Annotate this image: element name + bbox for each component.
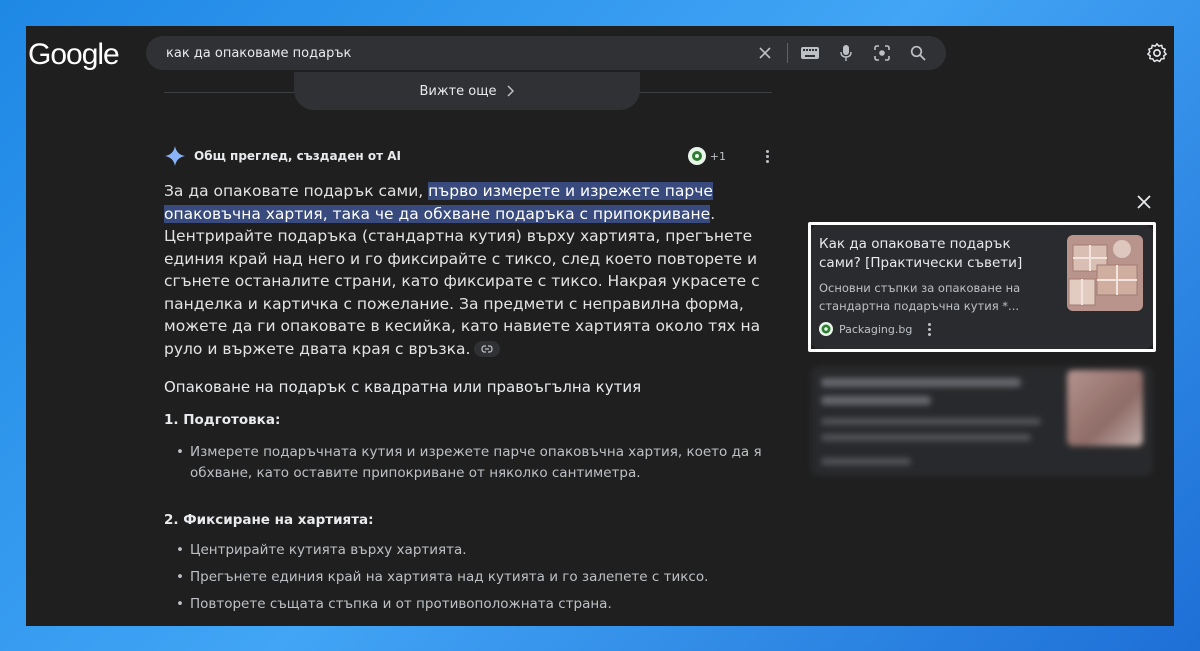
see-more-button[interactable]: Вижте още	[294, 72, 640, 110]
step-1-title: 1. Подготовка:	[164, 412, 281, 428]
browser-window: Google как да опаковаме подарък Вижте ощ…	[26, 26, 1174, 626]
see-more-label: Вижте още	[419, 83, 497, 99]
list-item: Повторете същата стъпка и от противополо…	[176, 594, 766, 615]
source-card-title[interactable]: Как да опаковате подарък сами? [Практиче…	[819, 235, 1049, 273]
ai-overview-title: Общ преглед, създаден от AI	[194, 149, 401, 163]
source-card-description: Основни стъпки за опаковане на стандартн…	[819, 281, 1021, 313]
answer-intro: За да опаковате подарък сами,	[164, 182, 429, 200]
ai-overview-answer: За да опаковате подарък сами, първо изме…	[164, 180, 764, 360]
keyboard-icon[interactable]	[792, 36, 828, 70]
search-divider	[787, 43, 788, 63]
source-favicon-icon[interactable]	[687, 147, 706, 165]
sparkle-icon	[165, 146, 185, 166]
chevron-right-icon	[507, 85, 515, 97]
lens-icon[interactable]	[864, 36, 900, 70]
search-bar[interactable]: как да опаковаме подарък	[146, 36, 946, 70]
step-1-list: Измерете подаръчната кутия и изрежете па…	[176, 442, 766, 490]
search-icon[interactable]	[900, 36, 936, 70]
packaging-favicon-icon	[819, 322, 833, 336]
microphone-icon[interactable]	[828, 36, 864, 70]
close-icon[interactable]	[1136, 194, 1156, 214]
source-card[interactable]: Как да опаковате подарък сами? [Практиче…	[811, 225, 1153, 349]
more-options-icon[interactable]	[760, 147, 774, 165]
list-item: Измерете подаръчната кутия и изрежете па…	[176, 442, 766, 484]
blurred-source-card[interactable]	[811, 366, 1153, 476]
list-item: Центрирайте кутията върху хартията.	[176, 540, 766, 561]
step-2-list: Центрирайте кутията върху хартията. Прег…	[176, 540, 766, 621]
source-card-source[interactable]: Packaging.bg	[819, 322, 932, 336]
link-icon[interactable]	[474, 341, 501, 357]
google-logo[interactable]: Google	[28, 38, 120, 72]
list-item: Прегънете единия край на хартията над ку…	[176, 567, 766, 588]
section-heading: Опаковане на подарък с квадратна или пра…	[164, 378, 642, 396]
source-name: Packaging.bg	[839, 322, 913, 336]
step-2-title: 2. Фиксиране на хартията:	[164, 512, 374, 528]
source-card-thumbnail[interactable]	[1067, 235, 1143, 311]
contributors-count[interactable]: +1	[710, 150, 726, 163]
clear-icon[interactable]	[747, 36, 783, 70]
answer-body: . Центрирайте подаръка (стандартна кутия…	[164, 204, 761, 358]
card-more-icon[interactable]	[928, 322, 932, 336]
search-input[interactable]: как да опаковаме подарък	[166, 46, 747, 61]
settings-gear-icon[interactable]	[1146, 42, 1170, 66]
ai-overview-header: Общ преглед, създаден от AI +1	[164, 144, 774, 168]
